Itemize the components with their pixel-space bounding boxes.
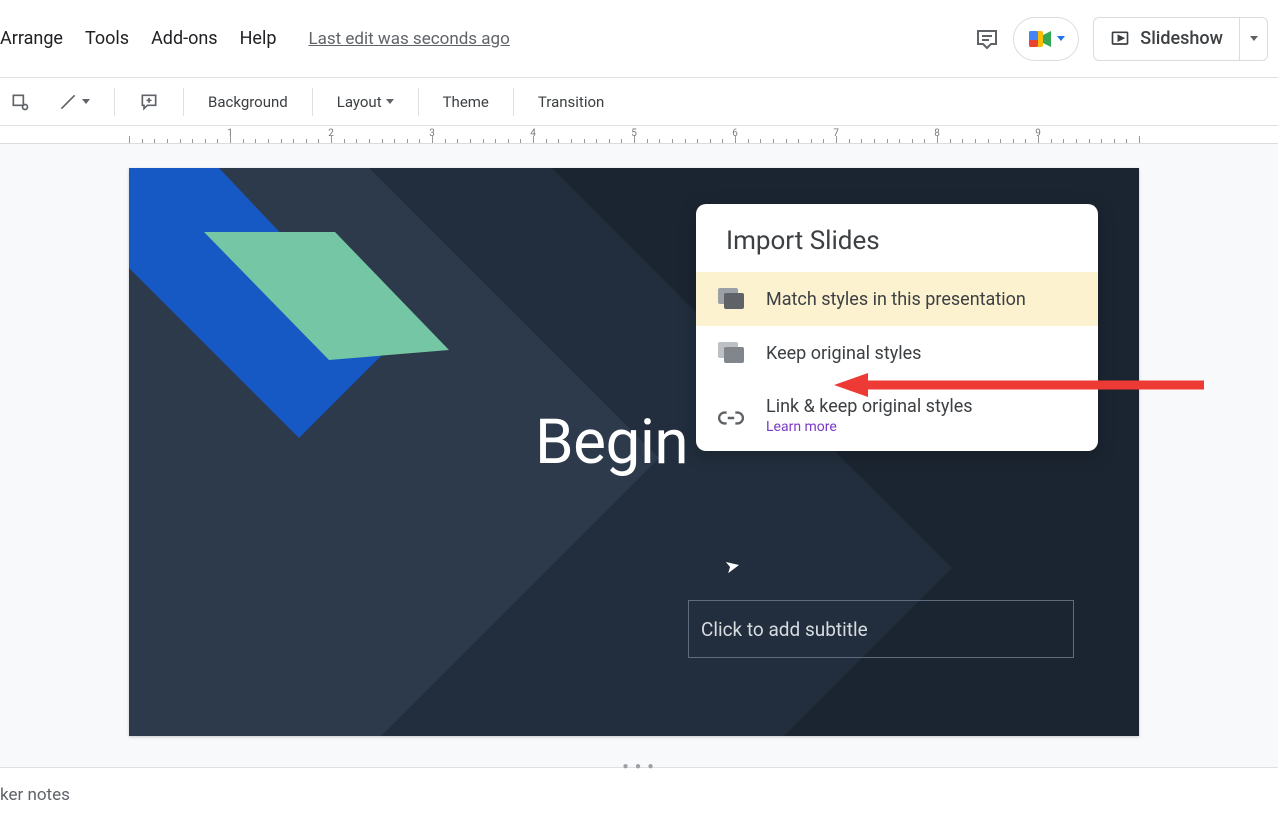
link-icon	[718, 405, 744, 427]
toolbar: Background Layout Theme Transition	[0, 78, 1278, 126]
subtitle-placeholder[interactable]: Click to add subtitle	[688, 600, 1074, 658]
line-tool[interactable]	[48, 86, 100, 118]
ruler-label: 1	[227, 128, 233, 139]
slideshow-group: Slideshow	[1093, 17, 1268, 61]
option-keep-original-label: Keep original styles	[766, 343, 921, 364]
option-match-styles[interactable]: Match styles in this presentation	[696, 272, 1098, 326]
transition-button[interactable]: Transition	[528, 87, 614, 117]
toolbar-separator	[418, 88, 419, 116]
chevron-down-icon	[386, 99, 394, 104]
comments-icon[interactable]	[975, 27, 999, 51]
header-right: Slideshow	[975, 17, 1268, 61]
toolbar-separator	[513, 88, 514, 116]
layout-button[interactable]: Layout	[327, 87, 404, 117]
chevron-down-icon	[1250, 36, 1258, 41]
layout-label: Layout	[337, 93, 382, 111]
green-polygon	[129, 168, 489, 468]
add-comment-icon	[139, 92, 159, 112]
theme-button[interactable]: Theme	[433, 87, 499, 117]
toolbar-separator	[312, 88, 313, 116]
option-link-keep-original[interactable]: Link & keep original styles Learn more	[696, 380, 1098, 451]
menu-addons[interactable]: Add-ons	[151, 28, 218, 49]
background-button[interactable]: Background	[198, 87, 298, 117]
header-bar: Arrange Tools Add-ons Help Last edit was…	[0, 0, 1278, 78]
toolbar-separator	[114, 88, 115, 116]
ruler-label: 6	[732, 128, 738, 139]
ruler-label: 3	[429, 128, 435, 139]
slides-stack-icon	[718, 342, 744, 364]
slide-title[interactable]: Begin	[535, 406, 688, 479]
chevron-down-icon	[82, 99, 90, 104]
pane-splitter-icon[interactable]: ● ● ●	[622, 761, 655, 772]
canvas-area: 1 2 3 4 5 6 7 8 9 Begin Click to add subtitle ➤ …	[0, 126, 1278, 767]
option-keep-original[interactable]: Keep original styles	[696, 326, 1098, 380]
select-tool[interactable]	[0, 86, 40, 118]
chevron-down-icon	[1057, 36, 1065, 41]
last-edit-label[interactable]: Last edit was seconds ago	[308, 29, 509, 49]
menu-tools[interactable]: Tools	[85, 28, 129, 49]
ruler-label: 9	[1035, 128, 1041, 139]
popup-title: Import Slides	[696, 204, 1098, 272]
speaker-notes-bar[interactable]: ● ● ● ker notes	[0, 767, 1278, 821]
ruler-label: 7	[833, 128, 839, 139]
ruler-label: 5	[631, 128, 637, 139]
meet-icon	[1027, 28, 1053, 50]
comment-tool[interactable]	[129, 86, 169, 118]
toolbar-separator	[183, 88, 184, 116]
import-slides-popup: Import Slides Match styles in this prese…	[696, 204, 1098, 451]
option-match-styles-label: Match styles in this presentation	[766, 289, 1026, 310]
menu-help[interactable]: Help	[240, 28, 277, 49]
slideshow-button[interactable]: Slideshow	[1093, 17, 1240, 61]
learn-more-link[interactable]: Learn more	[766, 419, 973, 435]
slide-canvas[interactable]: Begin Click to add subtitle ➤ Import Sli…	[129, 168, 1139, 736]
slideshow-label: Slideshow	[1140, 28, 1223, 49]
speaker-notes-placeholder: ker notes	[0, 785, 70, 805]
option-link-keep-label: Link & keep original styles	[766, 396, 973, 417]
play-icon	[1110, 29, 1130, 49]
horizontal-ruler: 1 2 3 4 5 6 7 8 9	[0, 126, 1278, 144]
menu-row: Arrange Tools Add-ons Help Last edit was…	[0, 0, 510, 77]
line-icon	[58, 92, 78, 112]
cursor-shape-icon	[10, 92, 30, 112]
meet-button[interactable]	[1013, 17, 1079, 61]
slideshow-dropdown[interactable]	[1240, 17, 1268, 61]
ruler-label: 8	[934, 128, 940, 139]
ruler-label: 4	[530, 128, 536, 139]
menu-arrange[interactable]: Arrange	[0, 28, 63, 49]
ruler-label: 2	[328, 128, 334, 139]
slides-stack-icon	[718, 288, 744, 310]
